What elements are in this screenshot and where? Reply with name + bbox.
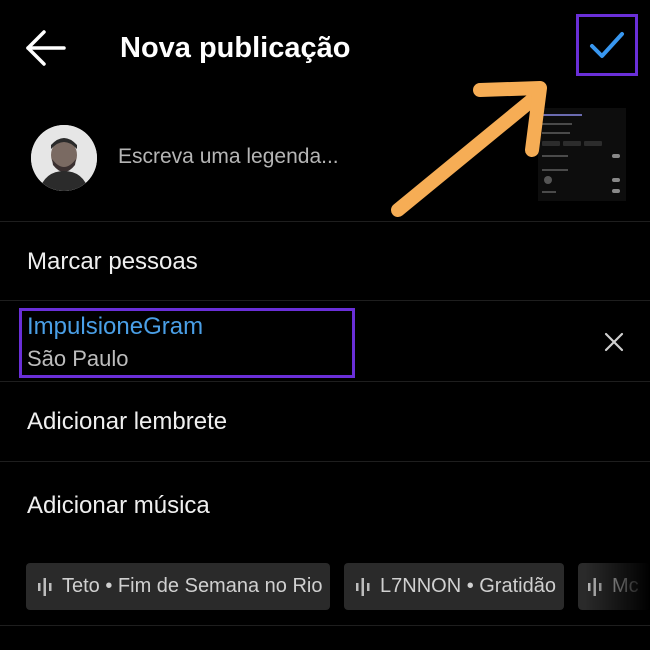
music-suggestion-chip[interactable]: Mc — [578, 563, 650, 610]
avatar — [31, 125, 97, 191]
annotation-arrow-icon — [391, 81, 547, 217]
checkmark-icon — [590, 32, 624, 58]
arrow-left-icon — [26, 30, 66, 66]
music-suggestion-chip[interactable]: Teto • Fim de Semana no Rio — [26, 563, 330, 610]
divider — [0, 625, 650, 626]
close-icon — [604, 332, 624, 352]
remove-location-button[interactable] — [600, 328, 628, 356]
share-confirm-button[interactable] — [576, 14, 638, 76]
location-city: São Paulo — [27, 346, 129, 371]
music-suggestion-label: L7NNON • Gratidão — [380, 575, 556, 597]
tag-people-option[interactable]: Marcar pessoas — [27, 248, 198, 276]
add-reminder-option[interactable]: Adicionar lembrete — [27, 408, 227, 436]
music-suggestion-label: Teto • Fim de Semana no Rio — [62, 575, 323, 597]
audio-bars-icon — [588, 577, 602, 596]
divider — [0, 461, 650, 462]
audio-bars-icon — [38, 577, 52, 596]
music-suggestion-chip[interactable]: L7NNON • Gratidão — [344, 563, 564, 610]
caption-input[interactable]: Escreva uma legenda... — [118, 145, 339, 169]
divider — [0, 381, 650, 382]
page-title: Nova publicação — [120, 32, 351, 64]
location-name[interactable]: ImpulsioneGram — [27, 313, 203, 341]
back-button[interactable] — [20, 28, 70, 68]
divider — [0, 221, 650, 222]
divider — [0, 300, 650, 301]
add-music-option[interactable]: Adicionar música — [27, 492, 210, 520]
music-suggestion-label: Mc — [612, 575, 639, 597]
audio-bars-icon — [356, 577, 370, 596]
